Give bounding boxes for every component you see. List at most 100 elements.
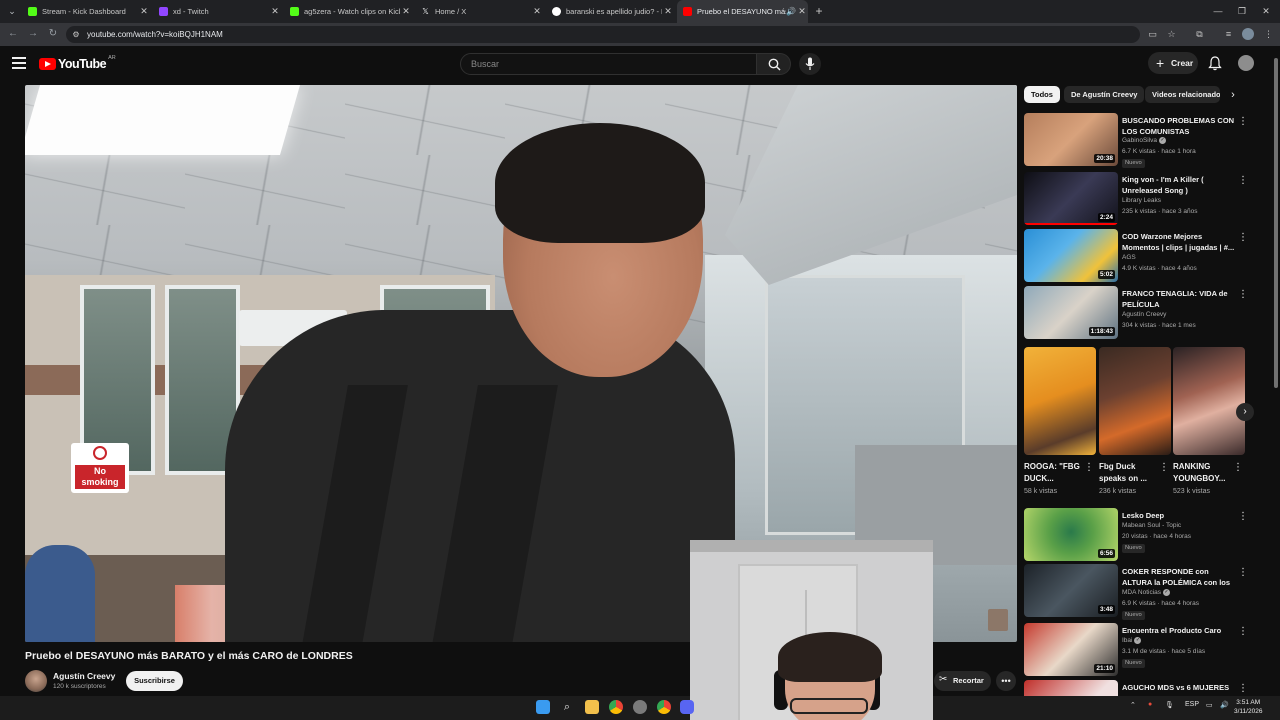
more-options-icon[interactable]: ⋮	[1238, 625, 1248, 639]
youtube-logo[interactable]: YouTube AR	[39, 55, 116, 71]
new-tab-button[interactable]: +	[812, 3, 826, 19]
site-info-icon[interactable]: ⚙	[70, 28, 82, 41]
tab-x-home[interactable]: 𝕏 Home / X ✕	[415, 0, 543, 23]
channel-avatar[interactable]	[25, 670, 47, 692]
discord-icon[interactable]	[680, 700, 694, 714]
windows-start-icon[interactable]	[536, 700, 550, 714]
page-scrollbar[interactable]	[1272, 46, 1280, 720]
tab-close-icon[interactable]: ✕	[662, 6, 674, 17]
media-controls-icon[interactable]: ≡	[1222, 28, 1235, 41]
video-thumbnail[interactable]: 5:02	[1024, 229, 1118, 282]
search-input[interactable]: Buscar	[460, 53, 757, 75]
webcam-ceiling	[690, 540, 933, 552]
tab-close-icon[interactable]: ✕	[400, 6, 412, 17]
more-options-icon[interactable]: ⋮	[1238, 510, 1248, 524]
list-item[interactable]: 2:24 King von - I'm A Killer ( Unrelease…	[1024, 172, 1254, 228]
list-item[interactable]: 20:38 BUSCANDO PROBLEMAS CON LOS COMUNIS…	[1024, 113, 1254, 169]
shorts-next-button[interactable]: ›	[1236, 403, 1254, 421]
list-item[interactable]: AGUCHO MDS vs 6 MUJERES ⋮	[1024, 680, 1254, 696]
notifications-bell-icon[interactable]	[1208, 56, 1222, 71]
tab-youtube-active[interactable]: Pruebo el DESAYUNO más 🔊 ✕	[677, 0, 808, 23]
tab-close-icon[interactable]: ✕	[531, 6, 543, 17]
browser-profile-avatar[interactable]	[1242, 28, 1254, 40]
audio-playing-icon[interactable]: 🔊	[786, 7, 796, 16]
bookmark-star-icon[interactable]: ☆	[1165, 28, 1178, 41]
video-thumbnail[interactable]: 2:24	[1024, 172, 1118, 225]
more-options-icon[interactable]: ⋮	[1238, 115, 1248, 129]
video-thumbnail[interactable]: 21:10	[1024, 623, 1118, 676]
tab-search-icon[interactable]: ⌄	[4, 3, 20, 19]
tray-app-icon[interactable]: ●	[1148, 701, 1152, 708]
tab-close-icon[interactable]: ✕	[796, 6, 808, 17]
network-icon[interactable]: ▭	[1206, 701, 1213, 709]
tab-google-search[interactable]: baranski es apellido judio? - Bu ✕	[546, 0, 674, 23]
cast-icon[interactable]: ▭	[1146, 28, 1159, 41]
tray-mic-icon[interactable]: 🎙	[1165, 701, 1174, 709]
list-item[interactable]: 1:18:43 FRANCO TENAGLIA: VIDA de PELÍCUL…	[1024, 286, 1254, 342]
browser-menu-icon[interactable]: ⋮	[1262, 28, 1275, 41]
chrome-icon[interactable]	[657, 700, 671, 714]
clip-button[interactable]: ✂ Recortar	[934, 671, 991, 691]
forward-icon[interactable]: →	[26, 27, 40, 41]
tab-close-icon[interactable]: ✕	[138, 6, 150, 17]
window-close-icon[interactable]: ✕	[1258, 3, 1274, 19]
reload-icon[interactable]: ↻	[46, 27, 60, 41]
short-thumbnail[interactable]	[1099, 347, 1171, 455]
account-avatar[interactable]	[1238, 55, 1254, 71]
more-options-icon[interactable]: ⋮	[1233, 462, 1243, 473]
video-watermark-avatar	[988, 609, 1008, 631]
more-actions-button[interactable]: •••	[996, 671, 1016, 691]
minimize-icon[interactable]: —	[1210, 3, 1226, 19]
video-thumbnail[interactable]	[1024, 680, 1118, 696]
language-indicator[interactable]: ESP	[1185, 701, 1199, 708]
voice-search-button[interactable]	[799, 53, 821, 75]
address-bar[interactable]: ⚙ youtube.com/watch?v=koiBQJH1NAM	[66, 26, 1140, 43]
video-thumbnail[interactable]: 6:56	[1024, 508, 1118, 561]
more-options-icon[interactable]: ⋮	[1238, 288, 1248, 302]
short-thumbnail[interactable]	[1024, 347, 1096, 455]
kick-favicon-icon	[290, 7, 299, 16]
file-explorer-icon[interactable]	[585, 700, 599, 714]
list-item[interactable]: 21:10 Encuentra el Producto Caro Ibai ✓ 3…	[1024, 623, 1254, 679]
volume-icon[interactable]: 🔊	[1220, 701, 1229, 709]
more-options-icon[interactable]: ⋮	[1084, 462, 1094, 473]
video-thumbnail[interactable]: 3:48	[1024, 564, 1118, 617]
list-item[interactable]: 5:02 COD Warzone Mejores Momentos | clip…	[1024, 229, 1254, 285]
search-icon	[768, 58, 781, 71]
tab-kick-dashboard[interactable]: Stream - Kick Dashboard ✕	[22, 0, 150, 23]
more-options-icon[interactable]: ⋮	[1238, 566, 1248, 580]
watch-progress-bar	[1024, 223, 1118, 225]
tab-kick-clips[interactable]: ag5zera - Watch clips on Kick ✕	[284, 0, 412, 23]
video-thumbnail[interactable]: 20:38	[1024, 113, 1118, 166]
obs-icon[interactable]	[633, 700, 647, 714]
back-icon[interactable]: ←	[6, 27, 20, 41]
subscribe-button[interactable]: Suscribirse	[126, 671, 183, 691]
chip-related[interactable]: Videos relacionado	[1145, 86, 1220, 103]
chip-all[interactable]: Todos	[1024, 86, 1060, 103]
more-options-icon[interactable]: ⋮	[1238, 682, 1248, 696]
chip-from-channel[interactable]: De Agustín Creevy	[1064, 86, 1145, 103]
maximize-icon[interactable]: ❐	[1234, 3, 1250, 19]
scrollbar-thumb[interactable]	[1274, 58, 1278, 388]
channel-name[interactable]: Agustín Creevy	[53, 671, 115, 681]
chrome-icon[interactable]	[609, 700, 623, 714]
verified-icon: ✓	[1159, 137, 1167, 144]
chevron-right-icon[interactable]: ›	[1226, 88, 1240, 102]
short-thumbnail[interactable]	[1173, 347, 1245, 455]
video-thumbnail[interactable]: 1:18:43	[1024, 286, 1118, 339]
list-item[interactable]: 3:48 COKER RESPONDE con ALTURA la POLÉMI…	[1024, 564, 1254, 620]
tray-chevron-icon[interactable]: ⌃	[1130, 701, 1136, 709]
tab-twitch[interactable]: xd - Twitch ✕	[153, 0, 281, 23]
more-options-icon[interactable]: ⋮	[1159, 462, 1169, 473]
create-button[interactable]: + Crear	[1148, 52, 1198, 74]
extensions-icon[interactable]: ⧉	[1193, 28, 1206, 41]
more-options-icon[interactable]: ⋮	[1238, 174, 1248, 188]
more-options-icon[interactable]: ⋮	[1238, 231, 1248, 245]
list-item[interactable]: 6:56 Lesko Deep Mabean Soul - Topic 20 v…	[1024, 508, 1254, 564]
guide-menu-icon[interactable]	[12, 57, 26, 69]
search-button[interactable]	[757, 53, 791, 75]
taskbar-clock[interactable]: 3:51 AM 3/11/2026	[1234, 698, 1262, 716]
taskbar-search-icon[interactable]: ⌕	[560, 700, 574, 714]
url-text[interactable]: youtube.com/watch?v=koiBQJH1NAM	[87, 26, 223, 43]
tab-close-icon[interactable]: ✕	[269, 6, 281, 17]
